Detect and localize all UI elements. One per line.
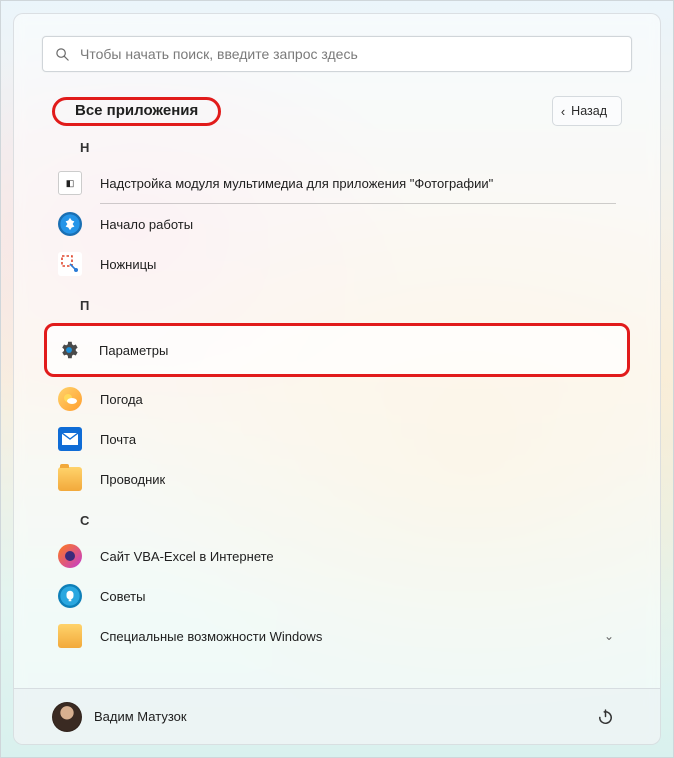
app-label: Погода [100,392,143,407]
back-button-label: Назад [571,104,607,118]
annotation-highlight-settings: Параметры [44,323,630,377]
user-name: Вадим Матузок [94,709,187,724]
app-item-settings[interactable]: Параметры [51,332,623,368]
app-list: Н ◧ Надстройка модуля мультимедиа для пр… [14,130,660,688]
annotation-highlight-all-apps: Все приложения [52,97,221,126]
search-row [14,14,660,86]
app-label: Проводник [100,472,165,487]
search-icon [55,47,70,62]
app-label: Сайт VBA-Excel в Интернете [100,549,274,564]
mail-icon [58,427,82,451]
explorer-icon [58,467,82,491]
weather-icon [58,387,82,411]
app-label: Начало работы [100,217,193,232]
snipping-icon [58,252,82,276]
accessibility-icon [58,624,82,648]
app-label: Советы [100,589,145,604]
chevron-left-icon: ‹ [561,104,565,119]
app-item-vba-excel-site[interactable]: Сайт VBA-Excel в Интернете [52,536,622,576]
header-row: Все приложения ‹ Назад [14,86,660,130]
app-label: Надстройка модуля мультимедиа для прилож… [100,176,493,191]
app-label: Почта [100,432,136,447]
app-item-mail[interactable]: Почта [52,419,622,459]
letter-header[interactable]: Н [52,132,622,163]
app-item-snipping[interactable]: Ножницы [52,244,622,284]
tips-icon [58,584,82,608]
app-item-photos-addon[interactable]: ◧ Надстройка модуля мультимедиа для прил… [52,163,622,203]
letter-header[interactable]: П [52,284,622,321]
all-apps-title: Все приложения [67,98,206,123]
app-label: Специальные возможности Windows [100,629,322,644]
app-label: Ножницы [100,257,156,272]
search-input[interactable] [80,46,619,62]
settings-icon [57,338,81,362]
app-item-getting-started[interactable]: Начало работы [52,204,622,244]
start-menu-panel: Все приложения ‹ Назад Н ◧ Надстройка мо… [13,13,661,745]
app-item-explorer[interactable]: Проводник [52,459,622,499]
letter-header[interactable]: С [52,499,622,536]
firefox-icon [58,544,82,568]
search-box[interactable] [42,36,632,72]
chevron-down-icon: ⌄ [604,629,614,643]
power-button[interactable] [588,700,622,734]
user-account-button[interactable]: Вадим Матузок [52,702,187,732]
footer: Вадим Матузок [14,688,660,744]
app-label: Параметры [99,343,168,358]
avatar [52,702,82,732]
app-item-weather[interactable]: Погода [52,379,622,419]
back-button[interactable]: ‹ Назад [552,96,622,126]
app-item-accessibility[interactable]: Специальные возможности Windows ⌄ [52,616,622,656]
app-item-tips[interactable]: Советы [52,576,622,616]
getting-started-icon [58,212,82,236]
photos-addon-icon: ◧ [58,171,82,195]
